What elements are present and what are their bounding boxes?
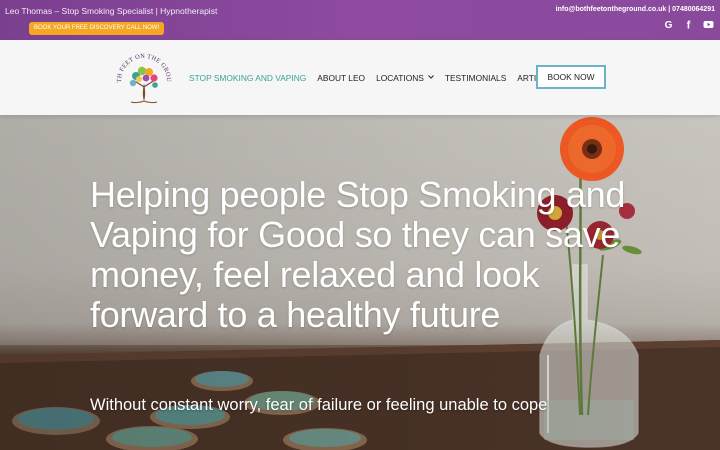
site-logo[interactable]: BOTH FEET ON THE GROUND xyxy=(109,40,177,111)
main-nav: STOP SMOKING AND VAPING ABOUT LEO LOCATI… xyxy=(189,40,569,115)
site-tagline: Leo Thomas – Stop Smoking Specialist | H… xyxy=(5,6,218,16)
contact-info[interactable]: info@bothfeetontheground.co.uk | 0748006… xyxy=(556,6,715,13)
nav-item-label: STOP SMOKING AND VAPING xyxy=(189,72,307,83)
hero-section: Helping people Stop Smoking and Vaping f… xyxy=(0,115,720,450)
nav-item-label: ABOUT LEO xyxy=(317,72,366,83)
nav-item-label: LOCATIONS xyxy=(376,72,424,83)
social-links: G f xyxy=(663,19,714,30)
nav-item-testimonials[interactable]: TESTIMONIALS xyxy=(445,73,506,83)
discovery-call-button[interactable]: BOOK YOUR FREE DISCOVERY CALL NOW! xyxy=(29,22,165,35)
hero-heading: Helping people Stop Smoking and Vaping f… xyxy=(90,174,626,335)
top-bar: Leo Thomas – Stop Smoking Specialist | H… xyxy=(0,0,720,40)
svg-text:BOTH FEET ON THE GROUND: BOTH FEET ON THE GROUND xyxy=(111,45,172,83)
svg-text:f: f xyxy=(687,20,691,31)
youtube-icon[interactable] xyxy=(703,19,714,30)
logo-text: BOTH FEET ON THE GROUND xyxy=(109,40,172,83)
nav-item-locations[interactable]: LOCATIONS xyxy=(376,73,434,83)
nav-item-about-leo[interactable]: ABOUT LEO xyxy=(317,73,365,83)
google-icon[interactable]: G xyxy=(663,19,674,30)
site-header: BOTH FEET ON THE GROUND STOP SMOKING AND… xyxy=(0,40,720,115)
svg-text:G: G xyxy=(665,20,673,30)
book-now-button[interactable]: BOOK NOW xyxy=(536,65,606,89)
hero-subheading: Without constant worry, fear of failure … xyxy=(90,396,548,414)
nav-item-stop-smoking[interactable]: STOP SMOKING AND VAPING xyxy=(189,73,306,83)
chevron-down-icon xyxy=(427,74,434,81)
facebook-icon[interactable]: f xyxy=(683,19,694,31)
tree-logo-icon: BOTH FEET ON THE GROUND xyxy=(109,40,172,104)
nav-item-label: TESTIMONIALS xyxy=(444,72,507,83)
